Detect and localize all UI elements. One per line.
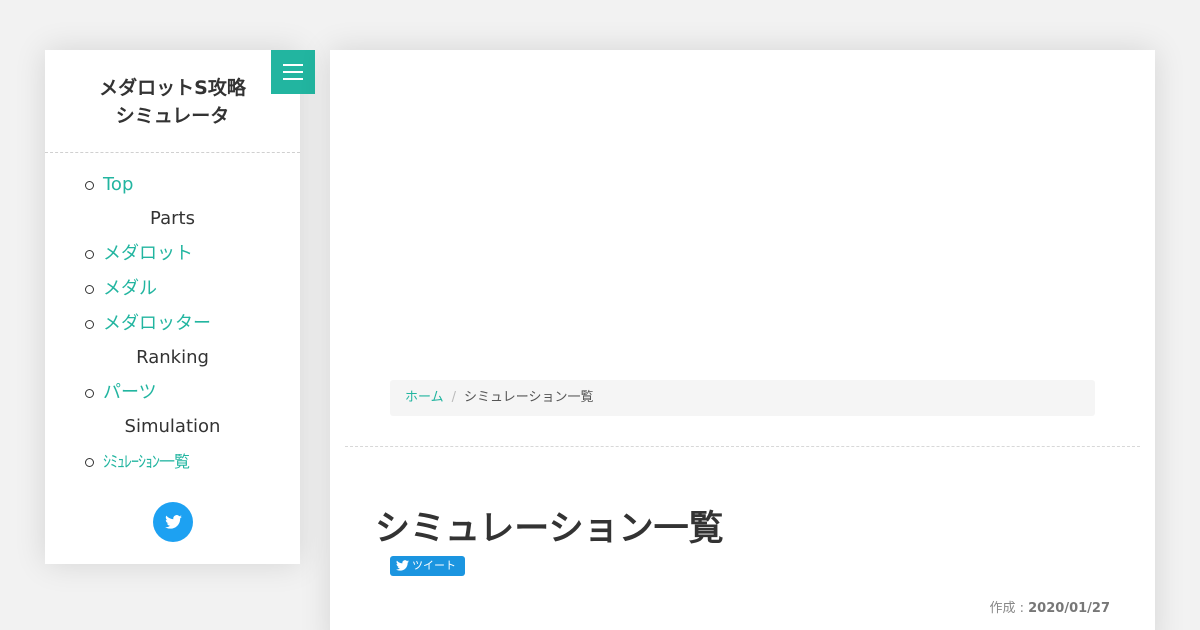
divider	[345, 446, 1140, 447]
site-title-line2: シミュレータ	[115, 105, 230, 127]
nav-section-simulation: Simulation	[124, 416, 221, 437]
created-date-value: 2020/01/27	[1028, 601, 1110, 616]
twitter-bird-icon	[396, 560, 409, 571]
ad-space	[330, 50, 1155, 375]
twitter-follow-button[interactable]	[153, 502, 193, 542]
nav-link-simulation-list[interactable]: ｼﾐｭﾚｰｼｮﾝ一覧	[103, 452, 190, 471]
nav-link-parts[interactable]: パーツ	[103, 382, 157, 403]
nav-list-top: Top	[45, 167, 300, 202]
page: メダロットS攻略 シミュレータ Top Parts メダロット メダル メダロッ…	[0, 0, 1200, 630]
hamburger-menu-icon-bar	[283, 78, 303, 80]
nav-section-parts: Parts	[150, 208, 195, 229]
tweet-button-label: ツイート	[412, 559, 456, 572]
hamburger-menu-icon	[283, 64, 303, 66]
nav-list-parts: メダロット メダル メダロッター	[45, 236, 300, 341]
page-title: シミュレーション一覧	[375, 509, 724, 549]
created-date: 作成 : 2020/01/27	[989, 597, 1110, 616]
sidebar: メダロットS攻略 シミュレータ Top Parts メダロット メダル メダロッ…	[45, 50, 300, 564]
nav-list-ranking: パーツ	[45, 375, 300, 410]
tweet-button[interactable]: ツイート	[390, 556, 465, 576]
site-title-line1: メダロットS攻略	[99, 77, 246, 99]
sidebar-nav: Top Parts メダロット メダル メダロッター Ranking パーツ S…	[45, 153, 300, 479]
menu-toggle-button[interactable]	[271, 50, 315, 94]
nav-link-medarot[interactable]: メダロット	[103, 243, 193, 264]
created-label: 作成 :	[989, 601, 1024, 616]
nav-link-medarotter[interactable]: メダロッター	[103, 313, 211, 334]
nav-item-medarot[interactable]: メダロット	[85, 236, 300, 271]
breadcrumb: ホーム / シミュレーション一覧	[390, 380, 1095, 416]
nav-link-top[interactable]: Top	[103, 174, 133, 195]
nav-item-top[interactable]: Top	[85, 167, 300, 202]
site-title[interactable]: メダロットS攻略 シミュレータ	[45, 50, 300, 153]
main-content: ホーム / シミュレーション一覧 シミュレーション一覧 ツイート 作成 : 2020…	[330, 50, 1155, 630]
breadcrumb-separator: /	[451, 390, 457, 405]
nav-item-medal[interactable]: メダル	[85, 271, 300, 306]
nav-list-simulation: ｼﾐｭﾚｰｼｮﾝ一覧	[45, 444, 300, 479]
breadcrumb-home-link[interactable]: ホーム	[405, 390, 444, 405]
nav-section-ranking: Ranking	[136, 347, 209, 368]
nav-item-medarotter[interactable]: メダロッター	[85, 306, 300, 341]
nav-link-medal[interactable]: メダル	[103, 278, 157, 299]
nav-item-simulation-list[interactable]: ｼﾐｭﾚｰｼｮﾝ一覧	[85, 444, 300, 479]
twitter-bird-icon	[164, 515, 182, 529]
nav-item-parts[interactable]: パーツ	[85, 375, 300, 410]
breadcrumb-current: シミュレーション一覧	[464, 390, 594, 405]
hamburger-menu-icon-bar	[283, 71, 303, 73]
